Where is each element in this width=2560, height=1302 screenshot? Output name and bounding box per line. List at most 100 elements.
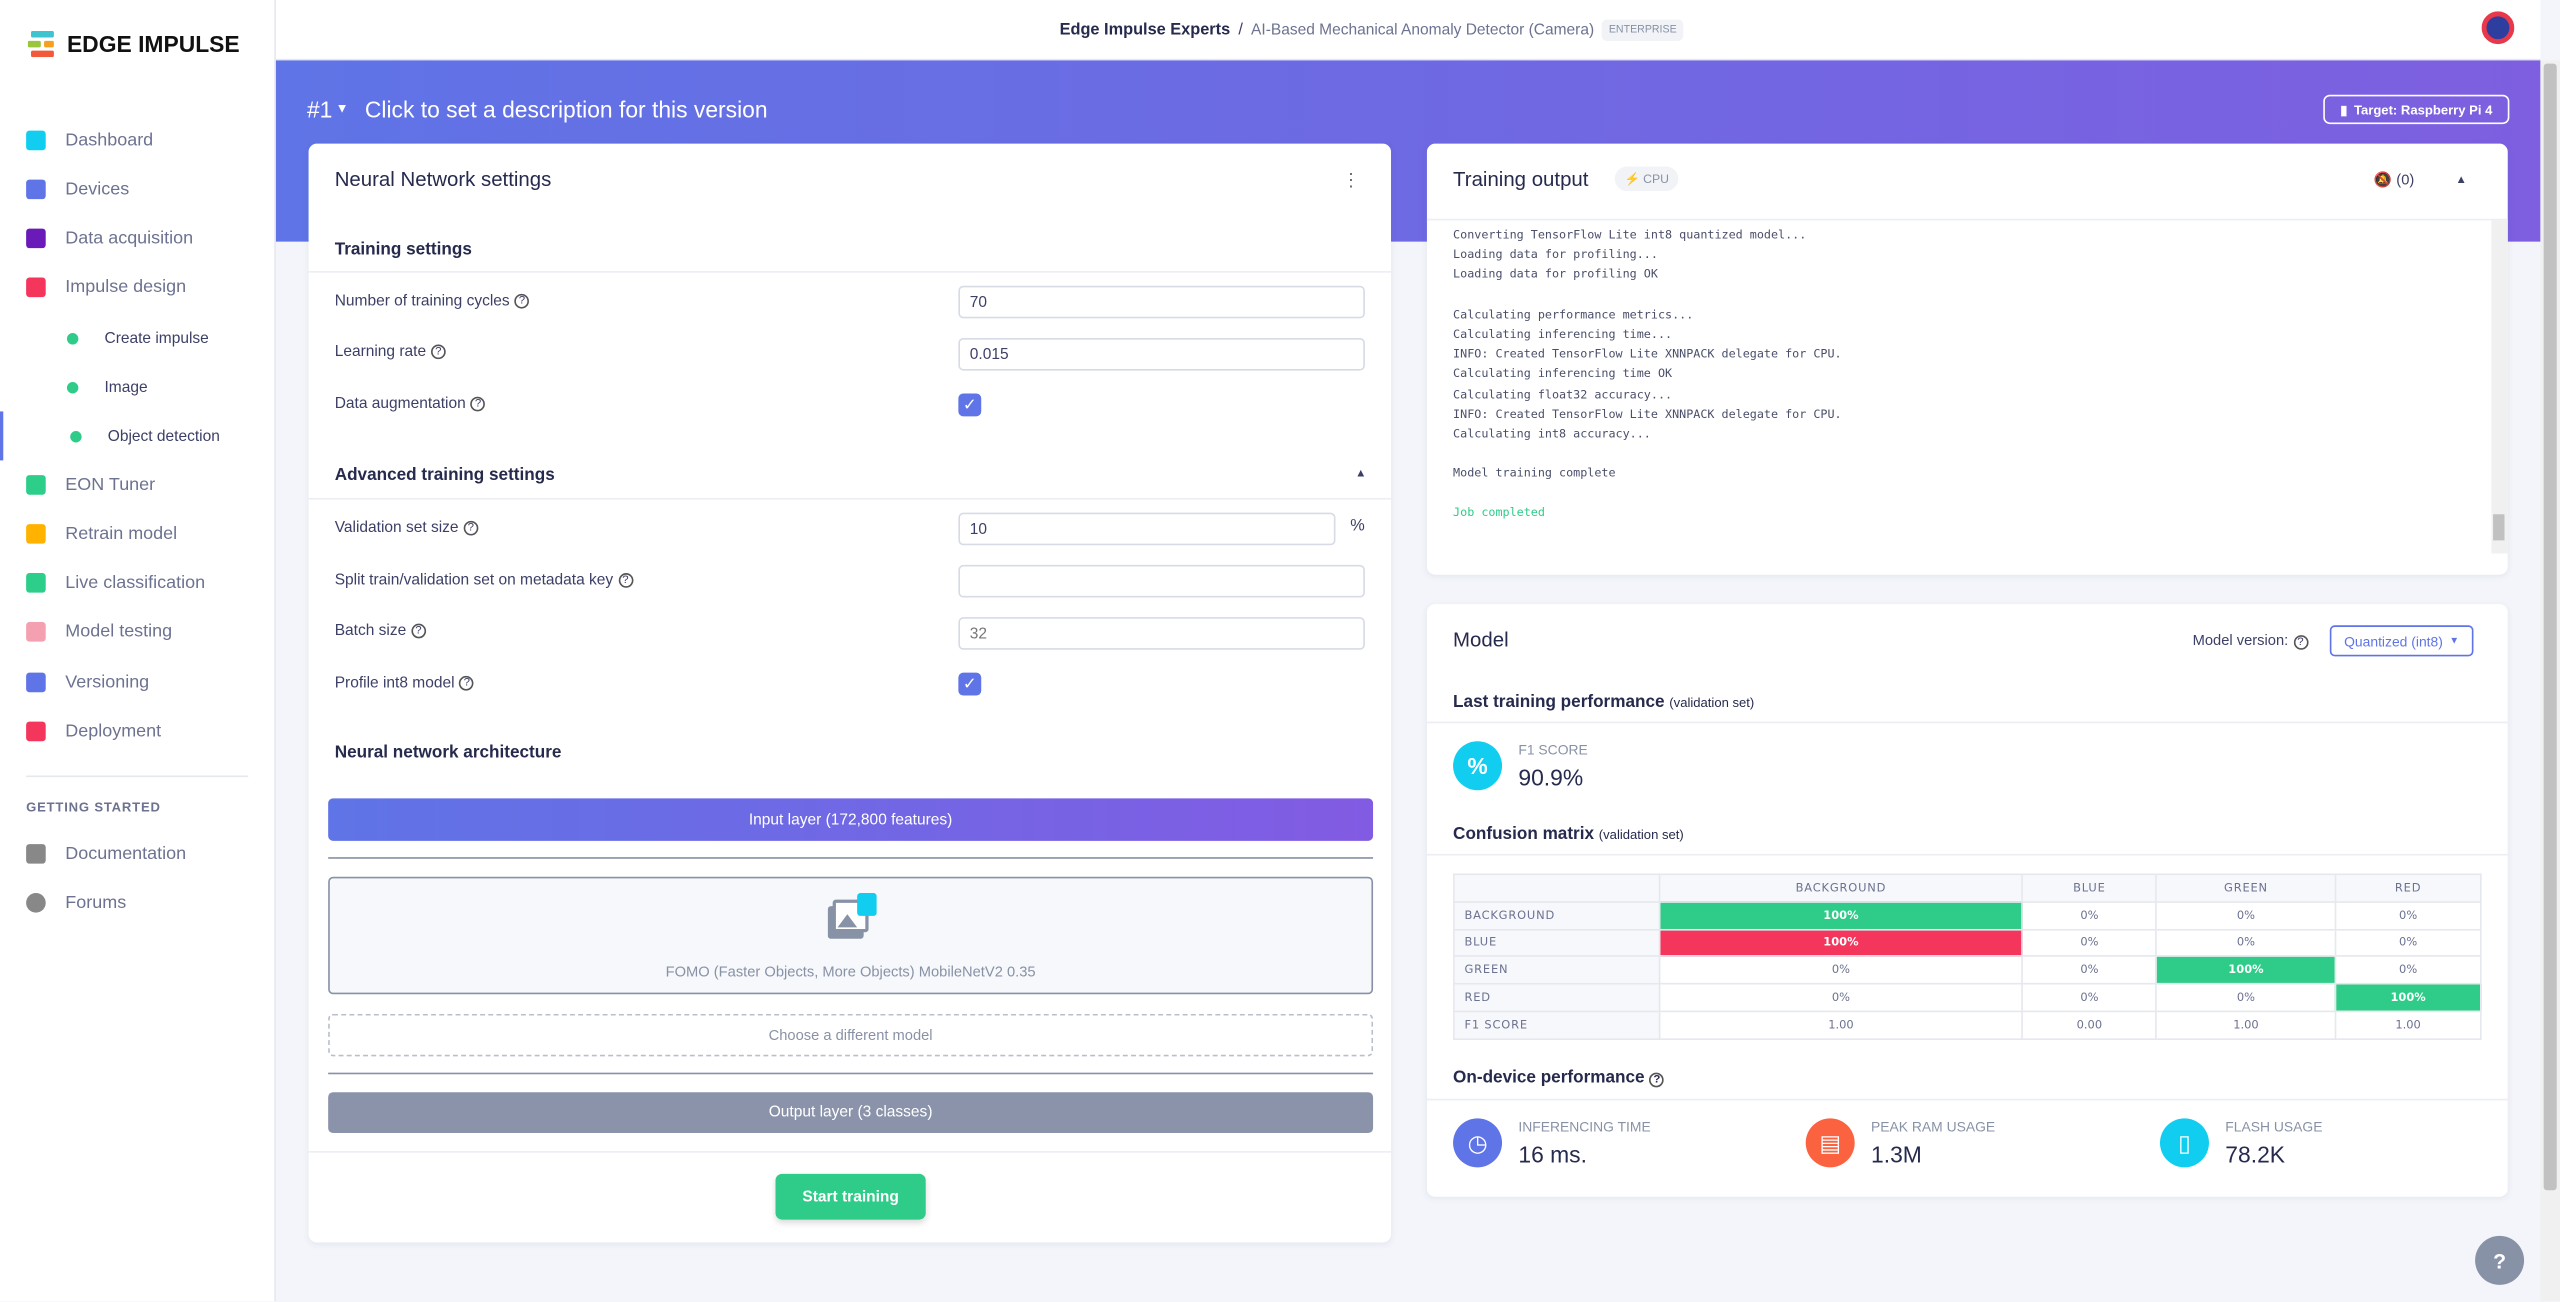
more-options-icon[interactable]: ⋮ xyxy=(1342,170,1360,191)
sidebar-item-versioning[interactable]: Versioning xyxy=(0,658,276,707)
version-description[interactable]: Click to set a description for this vers… xyxy=(365,96,768,122)
page-scrollbar[interactable] xyxy=(2540,60,2560,1302)
ram-icon: ▤ xyxy=(1805,1118,1855,1168)
advanced-settings-heading[interactable]: Advanced training settings xyxy=(335,465,555,485)
sidebar-item-deployment[interactable]: Deployment xyxy=(0,707,276,756)
batch-size-input[interactable] xyxy=(958,617,1365,650)
bullet-icon xyxy=(66,332,79,344)
sidebar-item-label: Versioning xyxy=(65,672,150,693)
sidebar-item-impulse-design[interactable]: Impulse design xyxy=(0,263,276,312)
cm-header-row: BACKGROUND BLUE GREEN RED xyxy=(1453,873,2482,903)
perf-label: FLASH USAGE xyxy=(2225,1118,2323,1135)
bell-off-icon: 🔕 xyxy=(2373,171,2393,188)
help-icon[interactable]: ? xyxy=(514,293,530,309)
notifications-button[interactable]: 🔕 (0) xyxy=(2374,171,2414,189)
collapse-icon[interactable]: ▲ xyxy=(2456,175,2467,186)
sidebar-item-label: Create impulse xyxy=(104,328,209,347)
database-icon xyxy=(26,228,46,249)
sidebar-item-retrain-model[interactable]: Retrain model xyxy=(0,509,276,558)
divider xyxy=(1426,721,2508,724)
bullet-icon xyxy=(66,381,79,393)
divider xyxy=(308,271,1392,273)
sidebar-item-devices[interactable]: Devices xyxy=(0,165,276,214)
cm-row-label: RED xyxy=(1453,983,1661,1013)
sidebar-item-image[interactable]: Image xyxy=(0,362,276,411)
start-training-button[interactable]: Start training xyxy=(775,1173,926,1220)
help-icon[interactable]: ? xyxy=(459,675,475,691)
cm-cell: 100% xyxy=(1658,928,2024,958)
cm-cell: 0% xyxy=(2334,928,2482,958)
chip-icon: ▯ xyxy=(2159,1118,2209,1168)
breadcrumb-project[interactable]: AI-Based Mechanical Anomaly Detector (Ca… xyxy=(1251,21,1594,39)
help-button[interactable]: ? xyxy=(2475,1235,2525,1285)
perf-value: 16 ms. xyxy=(1518,1141,1587,1168)
chip-icon xyxy=(26,179,46,200)
on-device-heading: On-device performance? xyxy=(1453,1068,1665,1088)
confusion-matrix: BACKGROUND BLUE GREEN RED BACKGROUND 100% 0% 0%… xyxy=(1453,873,2482,1040)
help-icon[interactable]: ? xyxy=(463,520,479,536)
clipboard-icon xyxy=(26,622,46,642)
sidebar-item-documentation[interactable]: Documentation xyxy=(0,829,276,878)
cm-cell: 0% xyxy=(2155,900,2337,930)
metadata-key-input[interactable] xyxy=(958,564,1365,598)
profile-int8-checkbox[interactable]: ✓ xyxy=(958,672,982,696)
training-log: Converting TensorFlow Lite int8 quantize… xyxy=(1453,226,1842,481)
avatar[interactable] xyxy=(2481,11,2515,45)
sidebar-item-object-detection[interactable]: Object detection xyxy=(0,411,276,461)
divider xyxy=(1426,1098,2508,1101)
percent-unit: % xyxy=(1350,517,1365,536)
help-icon[interactable]: ? xyxy=(470,396,486,412)
sidebar-item-dashboard[interactable]: Dashboard xyxy=(0,116,276,165)
sidebar-item-live-classification[interactable]: Live classification xyxy=(0,558,276,607)
batch-label: Batch size xyxy=(334,622,407,640)
sidebar-item-create-impulse[interactable]: Create impulse xyxy=(0,313,276,362)
log-scrollbar[interactable] xyxy=(2491,220,2508,554)
target-button[interactable]: ▮ Target: Raspberry Pi 4 xyxy=(2323,94,2510,125)
collapse-icon[interactable]: ▲ xyxy=(1355,469,1366,480)
breadcrumb: Edge Impulse Experts / AI-Based Mechanic… xyxy=(1060,19,1684,41)
help-icon[interactable]: ? xyxy=(618,573,633,588)
split-label: Split train/validation set on metadata k… xyxy=(334,571,614,590)
logo[interactable]: EDGE IMPULSE xyxy=(27,31,240,58)
chat-icon xyxy=(26,893,46,913)
cm-row: BLUE 100% 0% 0% 0% xyxy=(1453,928,2482,958)
sidebar-item-forums[interactable]: Forums xyxy=(0,878,276,927)
cm-col-header: GREEN xyxy=(2155,873,2337,903)
sidebar-item-data-acquisition[interactable]: Data acquisition xyxy=(0,214,276,263)
sidebar-item-label: Model testing xyxy=(65,622,173,642)
perf-value: 1.3M xyxy=(1871,1141,1922,1168)
choose-model-button[interactable]: Choose a different model xyxy=(328,1013,1374,1057)
perf-stat-inferencing-time: ◷ INFERENCING TIME 16 ms. xyxy=(1453,1118,1651,1168)
breadcrumb-org[interactable]: Edge Impulse Experts xyxy=(1060,21,1231,39)
sidebar-item-label: Object detection xyxy=(107,426,220,445)
validation-size-input[interactable] xyxy=(958,512,1336,546)
cm-row-label: BLUE xyxy=(1453,928,1661,958)
image-transfer-icon xyxy=(827,893,877,939)
val-label: Validation set size xyxy=(334,519,459,538)
learning-rate-input[interactable] xyxy=(958,337,1365,371)
layer-connector xyxy=(328,857,1374,859)
output-layer[interactable]: Output layer (3 classes) xyxy=(328,1092,1374,1134)
cm-col-header: RED xyxy=(2334,873,2482,903)
help-icon[interactable]: ? xyxy=(430,344,446,360)
cm-cell: 0% xyxy=(2334,900,2482,930)
caret-down-icon[interactable]: ▼ xyxy=(336,101,349,122)
cm-row-label: GREEN xyxy=(1453,955,1661,985)
help-icon[interactable]: ? xyxy=(411,623,426,639)
card-title: Model xyxy=(1453,628,1509,652)
input-layer[interactable]: Input layer (172,800 features) xyxy=(328,798,1374,841)
sidebar-item-label: Retrain model xyxy=(65,524,178,544)
model-version-select[interactable]: Quantized (int8) ▼ xyxy=(2329,625,2474,657)
sidebar-item-model-testing[interactable]: Model testing xyxy=(0,607,276,656)
version-number[interactable]: #1 xyxy=(307,96,332,122)
version-header: #1 ▼ Click to set a description for this… xyxy=(307,96,768,122)
brand-name: EDGE IMPULSE xyxy=(66,31,240,58)
training-cycles-input[interactable] xyxy=(958,285,1365,319)
model-block[interactable]: FOMO (Faster Objects, More Objects) Mobi… xyxy=(328,876,1374,995)
box-icon xyxy=(26,721,46,742)
data-augmentation-checkbox[interactable]: ✓ xyxy=(958,393,982,417)
sidebar-item-eon-tuner[interactable]: EON Tuner xyxy=(0,460,276,509)
sidebar-item-label: Dashboard xyxy=(65,130,154,151)
cm-cell: 0.00 xyxy=(2021,1010,2158,1040)
divider xyxy=(308,1151,1392,1153)
